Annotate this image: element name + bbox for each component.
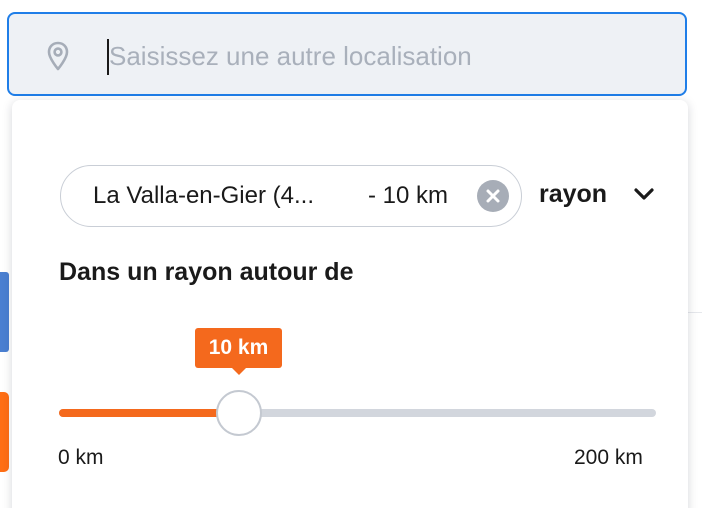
radius-heading: Dans un rayon autour de bbox=[59, 258, 354, 286]
background-orange-tab bbox=[0, 392, 9, 472]
radius-slider-thumb[interactable] bbox=[216, 390, 262, 436]
location-dropdown-panel: La Valla-en-Gier (4... - 10 km rayon Dan… bbox=[12, 100, 688, 508]
clear-circle-icon[interactable] bbox=[477, 180, 509, 212]
radius-mode-label: rayon bbox=[539, 180, 608, 208]
slider-min-label: 0 km bbox=[58, 446, 104, 469]
background-panel-edge bbox=[688, 100, 702, 508]
radius-slider-fill bbox=[59, 409, 239, 417]
slider-value-tooltip: 10 km bbox=[195, 328, 282, 368]
radius-mode-select[interactable]: rayon bbox=[539, 176, 669, 216]
chip-distance-label: - 10 km bbox=[368, 182, 449, 209]
location-search-bar[interactable] bbox=[7, 12, 687, 96]
slider-max-label: 200 km bbox=[574, 446, 643, 469]
chevron-down-icon bbox=[634, 188, 654, 200]
background-blue-tab bbox=[0, 272, 9, 352]
map-pin-icon bbox=[47, 41, 69, 71]
chip-location-label: La Valla-en-Gier (4... bbox=[93, 182, 314, 209]
location-search-input[interactable] bbox=[109, 36, 669, 76]
selected-location-chip[interactable]: La Valla-en-Gier (4... - 10 km bbox=[60, 165, 522, 227]
slider-tooltip-arrow bbox=[231, 367, 247, 375]
background-divider bbox=[688, 312, 702, 313]
